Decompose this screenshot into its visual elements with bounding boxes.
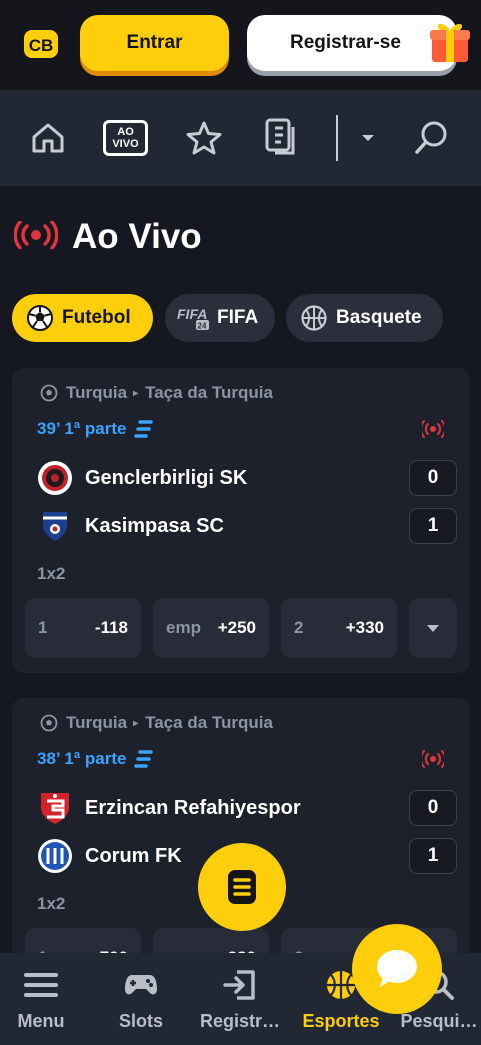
market-label: 1x2	[37, 564, 66, 583]
breadcrumb-arrow-icon: ▸	[133, 387, 139, 399]
home-score: 0	[409, 790, 457, 826]
odd-label: 2	[294, 618, 304, 637]
svg-text:24: 24	[198, 322, 207, 331]
match-time: 38’ 1ª parte	[37, 749, 154, 769]
league-label: Taça da Turquia	[145, 713, 273, 732]
section-nav-bar	[0, 90, 481, 186]
bottom-nav-search-label: Pesqui…	[400, 1011, 478, 1031]
svg-text:CB: CB	[29, 36, 54, 55]
league-label: Taça da Turquia	[145, 383, 273, 402]
home-score-value: 0	[427, 797, 439, 818]
odd-value: +250	[217, 618, 256, 637]
odd-label: 1	[38, 618, 48, 637]
league-breadcrumb[interactable]: Turquia ▸ Taça da Turquia	[40, 383, 273, 403]
match-time-label: 38’ 1ª parte	[37, 749, 127, 768]
chat-float-button[interactable]	[352, 924, 442, 1014]
betslip-icon	[226, 868, 258, 906]
search-icon[interactable]	[412, 116, 452, 160]
tab-basquete-label: Basquete	[336, 307, 422, 328]
stats-icon	[134, 749, 154, 769]
tab-futebol[interactable]: Futebol	[12, 294, 153, 342]
home-score-value: 0	[427, 467, 439, 488]
caret-down-icon	[426, 624, 440, 633]
match-time-label: 39’ 1ª parte	[37, 419, 127, 438]
home-team: Genclerbirligi SK	[37, 460, 247, 496]
away-score-value: 1	[427, 515, 439, 536]
login-icon	[223, 969, 257, 1001]
register-button[interactable]: Registrar-se	[247, 15, 457, 71]
away-team-name: Corum FK	[85, 844, 182, 867]
home-team-name: Genclerbirligi SK	[85, 466, 248, 489]
country-label: Turquia	[66, 713, 128, 732]
league-breadcrumb[interactable]: Turquia ▸ Taça da Turquia	[40, 713, 273, 733]
away-team: Corum FK	[37, 838, 182, 874]
register-button-label: Registrar-se	[290, 32, 401, 53]
breadcrumb-arrow-icon: ▸	[133, 717, 139, 729]
home-icon[interactable]	[28, 116, 68, 160]
odd-button-draw[interactable]: emp +250	[153, 598, 269, 658]
svg-text:FIFA: FIFA	[177, 306, 207, 322]
odd-label: emp	[166, 618, 201, 637]
soccer-ball-icon	[26, 304, 54, 332]
more-markets-button[interactable]	[409, 598, 457, 658]
team-crest-icon	[37, 460, 73, 496]
fifa-logo-icon: FIFA 24	[177, 305, 211, 331]
live-broadcast-icon	[420, 420, 446, 443]
bottom-nav-register-label: Registr…	[199, 1011, 280, 1031]
match-time: 39’ 1ª parte	[37, 419, 154, 439]
away-team: Kasimpasa SC	[37, 508, 224, 544]
page-title: Ao Vivo	[72, 217, 202, 256]
bottom-nav-menu-label: Menu	[17, 1011, 65, 1031]
gamepad-icon	[124, 969, 158, 1001]
chat-bubble-icon	[374, 947, 420, 991]
gift-icon	[428, 18, 472, 64]
odd-button-away[interactable]: 2 +330	[281, 598, 397, 658]
market-label: 1x2	[37, 894, 66, 913]
nav-divider	[336, 115, 338, 161]
soccer-ball-icon	[40, 714, 58, 732]
live-section-icon[interactable]: AO VIVO	[103, 120, 148, 156]
star-icon[interactable]	[184, 116, 224, 160]
away-score: 1	[409, 508, 457, 544]
live-broadcast-icon	[420, 750, 446, 773]
team-crest-icon	[37, 508, 73, 544]
odd-value: -118	[94, 618, 128, 637]
tab-fifa[interactable]: FIFA 24 FIFA	[165, 294, 275, 342]
basketball-icon	[300, 304, 328, 332]
brand-logo[interactable]: CB	[22, 28, 60, 60]
live-broadcast-icon	[13, 219, 59, 254]
stats-icon	[134, 419, 154, 439]
bottom-nav-menu[interactable]: Menu	[0, 953, 89, 1045]
live-icon-line2: VIVO	[112, 138, 139, 150]
tab-basquete[interactable]: Basquete	[286, 294, 443, 342]
login-button[interactable]: Entrar	[80, 15, 229, 71]
tab-fifa-label: FIFA	[217, 307, 259, 328]
home-team-name: Erzincan Refahiyespor	[85, 796, 301, 819]
home-score: 0	[409, 460, 457, 496]
soccer-ball-icon	[40, 384, 58, 402]
odd-value: +330	[345, 618, 384, 637]
away-team-name: Kasimpasa SC	[85, 514, 224, 537]
live-icon-line1: AO	[117, 126, 134, 138]
bottom-nav-slots-label: Slots	[118, 1011, 163, 1031]
betslip-float-button[interactable]	[198, 843, 286, 931]
page-header: Ao Vivo	[13, 212, 202, 262]
bottom-nav-sports-label: Esportes	[302, 1011, 380, 1031]
document-icon[interactable]	[262, 116, 302, 160]
menu-icon	[24, 969, 58, 1001]
login-button-label: Entrar	[126, 32, 183, 53]
bottom-nav-slots[interactable]: Slots	[93, 953, 189, 1045]
away-score: 1	[409, 838, 457, 874]
tab-futebol-label: Futebol	[62, 307, 131, 328]
team-crest-icon	[37, 838, 73, 874]
bottom-nav-register[interactable]: Registr…	[192, 953, 288, 1045]
home-team: Erzincan Refahiyespor	[37, 790, 301, 826]
caret-down-icon[interactable]	[356, 116, 380, 160]
odd-button-home[interactable]: 1 -118	[25, 598, 141, 658]
team-crest-icon	[37, 790, 73, 826]
country-label: Turquia	[66, 383, 128, 402]
away-score-value: 1	[427, 845, 439, 866]
